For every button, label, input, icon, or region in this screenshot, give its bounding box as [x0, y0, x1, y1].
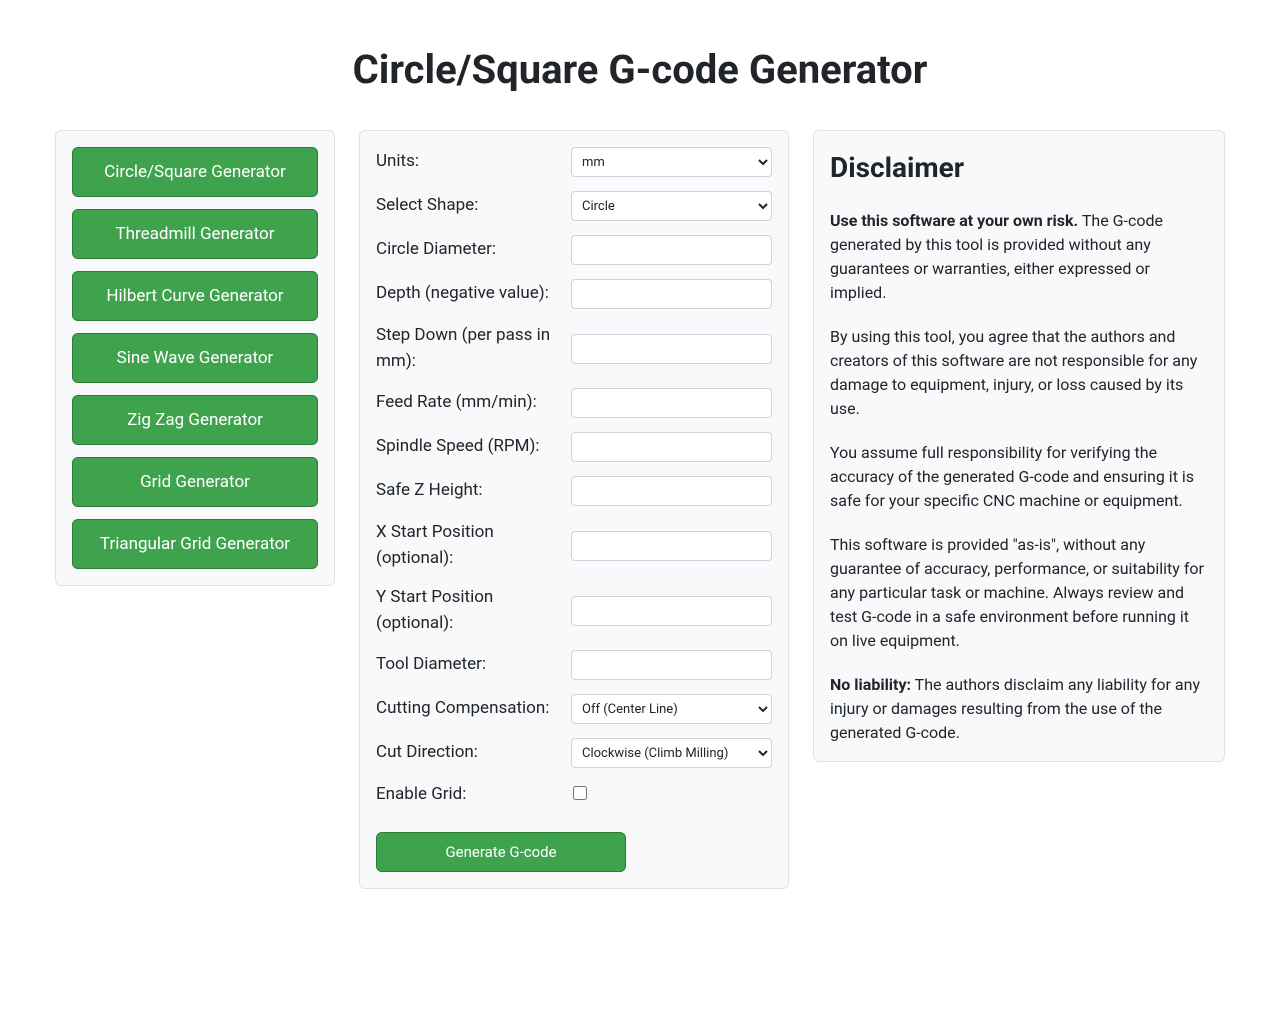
generate-button[interactable]: Generate G-code	[376, 832, 626, 872]
safez-input[interactable]	[571, 476, 772, 506]
disclaimer-p4: This software is provided "as-is", witho…	[830, 533, 1208, 653]
xstart-input[interactable]	[571, 531, 772, 561]
nav-zig-zag[interactable]: Zig Zag Generator	[72, 395, 318, 445]
grid-checkbox[interactable]	[573, 786, 587, 800]
units-select[interactable]: mm	[571, 147, 772, 177]
cutdir-label: Cut Direction:	[376, 740, 571, 766]
stepdown-input[interactable]	[571, 334, 772, 364]
depth-label: Depth (negative value):	[376, 281, 571, 307]
grid-label: Enable Grid:	[376, 782, 571, 808]
diameter-label: Circle Diameter:	[376, 237, 571, 263]
ystart-label: Y Start Position (optional):	[376, 585, 571, 636]
disclaimer-p1: Use this software at your own risk. The …	[830, 209, 1208, 305]
disclaimer-p5-bold: No liability:	[830, 675, 911, 694]
nav-grid[interactable]: Grid Generator	[72, 457, 318, 507]
spindle-label: Spindle Speed (RPM):	[376, 434, 571, 460]
nav-hilbert[interactable]: Hilbert Curve Generator	[72, 271, 318, 321]
feedrate-label: Feed Rate (mm/min):	[376, 390, 571, 416]
form-card: Units: mm Select Shape: Circle Circle Di…	[359, 130, 789, 889]
nav-circle-square[interactable]: Circle/Square Generator	[72, 147, 318, 197]
shape-select[interactable]: Circle	[571, 191, 772, 221]
cutcomp-label: Cutting Compensation:	[376, 696, 571, 722]
nav-threadmill[interactable]: Threadmill Generator	[72, 209, 318, 259]
ystart-input[interactable]	[571, 596, 772, 626]
depth-input[interactable]	[571, 279, 772, 309]
tooldia-input[interactable]	[571, 650, 772, 680]
disclaimer-card: Disclaimer Use this software at your own…	[813, 130, 1225, 762]
shape-label: Select Shape:	[376, 193, 571, 219]
disclaimer-p1-bold: Use this software at your own risk.	[830, 211, 1078, 230]
xstart-label: X Start Position (optional):	[376, 520, 571, 571]
nav-sine-wave[interactable]: Sine Wave Generator	[72, 333, 318, 383]
disclaimer-p3: You assume full responsibility for verif…	[830, 441, 1208, 513]
cutcomp-select[interactable]: Off (Center Line)	[571, 694, 772, 724]
cutdir-select[interactable]: Clockwise (Climb Milling)	[571, 738, 772, 768]
tooldia-label: Tool Diameter:	[376, 652, 571, 678]
disclaimer-title: Disclaimer	[830, 147, 1208, 189]
spindle-input[interactable]	[571, 432, 772, 462]
disclaimer-p5: No liability: The authors disclaim any l…	[830, 673, 1208, 745]
nav-triangular-grid[interactable]: Triangular Grid Generator	[72, 519, 318, 569]
feedrate-input[interactable]	[571, 388, 772, 418]
page-title: Circle/Square G-code Generator	[55, 40, 1225, 100]
stepdown-label: Step Down (per pass in mm):	[376, 323, 571, 374]
safez-label: Safe Z Height:	[376, 478, 571, 504]
nav-card: Circle/Square Generator Threadmill Gener…	[55, 130, 335, 586]
units-label: Units:	[376, 149, 571, 175]
disclaimer-p2: By using this tool, you agree that the a…	[830, 325, 1208, 421]
diameter-input[interactable]	[571, 235, 772, 265]
